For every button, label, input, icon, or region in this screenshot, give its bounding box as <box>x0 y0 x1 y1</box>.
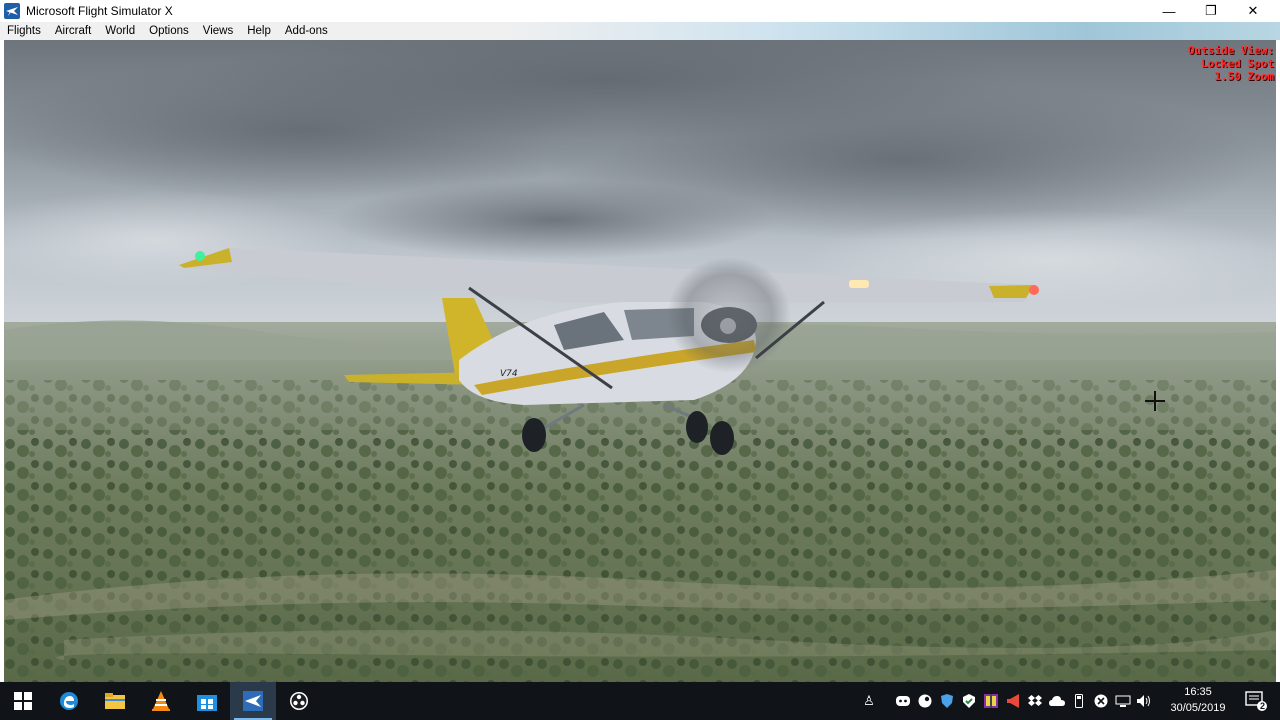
app-window: Microsoft Flight Simulator X — ❐ ✕ Fligh… <box>0 0 1280 682</box>
menu-aircraft[interactable]: Aircraft <box>48 25 98 37</box>
clock-time: 16:35 <box>1184 686 1212 698</box>
network-icon[interactable] <box>1112 682 1134 720</box>
clock-date: 30/05/2019 <box>1170 702 1226 714</box>
restore-button[interactable]: ❐ <box>1188 0 1234 22</box>
antivirus-icon[interactable] <box>1090 682 1112 720</box>
minimize-button[interactable]: — <box>1146 0 1192 22</box>
menu-addons[interactable]: Add-ons <box>278 25 335 37</box>
title-bar[interactable]: Microsoft Flight Simulator X <box>0 0 1280 22</box>
window-title: Microsoft Flight Simulator X <box>26 4 173 18</box>
simulator-viewport[interactable]: V74 <box>4 40 1276 682</box>
winrar-icon[interactable] <box>980 682 1002 720</box>
action-center-button[interactable]: 2 <box>1236 682 1276 720</box>
people-icon[interactable]: ♙ <box>858 682 880 720</box>
steam-icon[interactable] <box>914 682 936 720</box>
menu-options[interactable]: Options <box>142 25 196 37</box>
menu-flights[interactable]: Flights <box>0 25 48 37</box>
security-icon[interactable] <box>958 682 980 720</box>
start-icon[interactable] <box>0 682 46 720</box>
menu-bar-glow <box>500 22 1280 40</box>
hud-zoom: 1.50 Zoom <box>1214 70 1274 83</box>
store-icon[interactable] <box>184 682 230 720</box>
fsx-app-icon <box>4 3 20 19</box>
mouse-crosshair-icon <box>1145 391 1165 411</box>
hud-view-mode: Locked Spot <box>1201 57 1274 70</box>
volume-icon[interactable] <box>1134 682 1156 720</box>
dropbox-icon[interactable] <box>1024 682 1046 720</box>
obs-icon[interactable] <box>276 682 322 720</box>
system-tray: ♙ <box>858 682 1156 720</box>
menu-world[interactable]: World <box>98 25 142 37</box>
fsx-taskbar-icon[interactable] <box>230 682 276 720</box>
menu-views[interactable]: Views <box>196 25 240 37</box>
speaker-icon[interactable] <box>1002 682 1024 720</box>
taskbar-clock[interactable]: 16:35 30/05/2019 <box>1160 684 1236 716</box>
notification-count: 2 <box>1260 701 1266 711</box>
vlc-icon[interactable] <box>138 682 184 720</box>
discord-icon[interactable] <box>892 682 914 720</box>
tray-spacer <box>880 682 892 720</box>
shield-icon[interactable] <box>936 682 958 720</box>
hud-view-label: Outside View: <box>1187 44 1274 57</box>
close-button[interactable]: ✕ <box>1230 0 1276 22</box>
edge-icon[interactable] <box>46 682 92 720</box>
svg-text:V74: V74 <box>500 369 518 379</box>
menu-bar: Flights Aircraft World Options Views Hel… <box>0 22 1280 40</box>
view-status-overlay: Outside View: Locked Spot 1.50 Zoom <box>1188 44 1274 83</box>
onedrive-icon[interactable] <box>1046 682 1068 720</box>
usb-icon[interactable] <box>1068 682 1090 720</box>
file-explorer-icon[interactable] <box>92 682 138 720</box>
menu-help[interactable]: Help <box>240 25 278 37</box>
